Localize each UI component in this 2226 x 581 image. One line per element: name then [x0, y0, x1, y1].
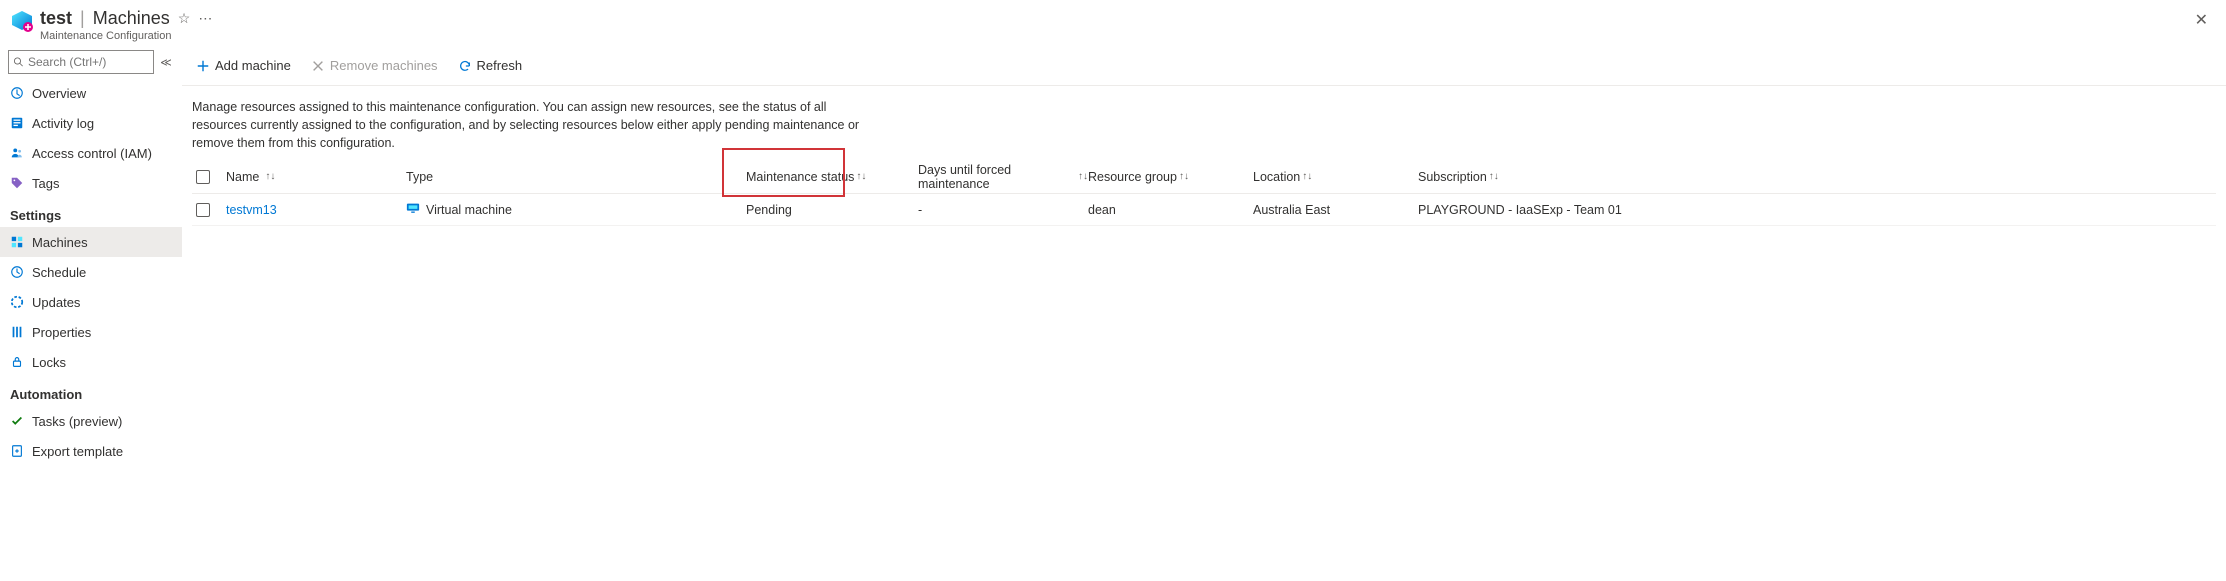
- x-icon: [311, 59, 325, 73]
- nav-group-automation: Automation: [0, 377, 182, 406]
- sidebar-item-activity-log[interactable]: Activity log: [0, 108, 182, 138]
- refresh-button[interactable]: Refresh: [452, 50, 529, 82]
- nav-label: Overview: [32, 86, 86, 101]
- sidebar-search[interactable]: [8, 50, 154, 74]
- properties-icon: [10, 325, 24, 339]
- lock-icon: [10, 355, 24, 369]
- resource-name: test: [40, 8, 72, 29]
- sort-icon: ↑↓: [1078, 171, 1088, 182]
- cell-rg: dean: [1088, 203, 1116, 217]
- column-header-name[interactable]: Name↑↓: [226, 170, 406, 184]
- cell-days: -: [918, 203, 922, 217]
- blade-header: test | Machines ☆ ⋯ Maintenance Configur…: [0, 0, 2226, 46]
- blade-title: Machines: [93, 8, 170, 29]
- machines-table: Name↑↓ Type Maintenance status↑↓ Days un…: [182, 160, 2226, 226]
- main-content: Add machine Remove machines Refresh Mana…: [182, 46, 2226, 581]
- sidebar-item-export-template[interactable]: Export template: [0, 436, 182, 466]
- sidebar: ≪ Overview Activity log Access control (…: [0, 46, 182, 581]
- cell-status: Pending: [746, 203, 792, 217]
- plus-icon: [196, 59, 210, 73]
- column-header-status[interactable]: Maintenance status↑↓: [746, 170, 918, 184]
- sort-icon: ↑↓: [856, 171, 866, 182]
- column-header-subscription[interactable]: Subscription↑↓: [1418, 170, 2216, 184]
- sidebar-item-tags[interactable]: Tags: [0, 168, 182, 198]
- updates-icon: [10, 295, 24, 309]
- nav-label: Tasks (preview): [32, 414, 122, 429]
- resource-link[interactable]: testvm13: [226, 203, 277, 217]
- refresh-icon: [458, 59, 472, 73]
- column-header-location[interactable]: Location↑↓: [1253, 170, 1418, 184]
- nav-label: Updates: [32, 295, 80, 310]
- pin-icon[interactable]: ☆: [178, 10, 191, 27]
- machines-icon: [10, 235, 24, 249]
- title-separator: |: [80, 8, 85, 29]
- iam-icon: [10, 146, 24, 160]
- sidebar-item-schedule[interactable]: Schedule: [0, 257, 182, 287]
- nav-label: Export template: [32, 444, 123, 459]
- tasks-icon: [10, 414, 24, 428]
- resource-icon: [10, 10, 34, 34]
- description-text: Manage resources assigned to this mainte…: [182, 86, 882, 160]
- close-icon[interactable]: ✕: [2195, 10, 2208, 30]
- sort-icon: ↑↓: [265, 171, 275, 182]
- sort-icon: ↑↓: [1302, 171, 1312, 182]
- sidebar-item-tasks[interactable]: Tasks (preview): [0, 406, 182, 436]
- column-header-rg[interactable]: Resource group↑↓: [1088, 170, 1253, 184]
- btn-label: Remove machines: [330, 58, 438, 73]
- sidebar-item-updates[interactable]: Updates: [0, 287, 182, 317]
- btn-label: Refresh: [477, 58, 523, 73]
- sidebar-item-locks[interactable]: Locks: [0, 347, 182, 377]
- table-row[interactable]: testvm13 Virtual machine Pending - dean …: [192, 194, 2216, 226]
- column-header-type[interactable]: Type: [406, 170, 746, 184]
- select-all-checkbox[interactable]: [196, 170, 210, 184]
- remove-machines-button: Remove machines: [305, 50, 444, 82]
- cell-subscription: PLAYGROUND - IaaSExp - Team 01: [1418, 203, 1622, 217]
- column-header-days[interactable]: Days until forced maintenance↑↓: [918, 163, 1088, 191]
- nav-label: Machines: [32, 235, 88, 250]
- nav-label: Tags: [32, 176, 59, 191]
- resource-type-label: Maintenance Configuration: [40, 30, 212, 42]
- sidebar-item-machines[interactable]: Machines: [0, 227, 182, 257]
- cell-type: Virtual machine: [426, 203, 512, 217]
- nav-label: Access control (IAM): [32, 146, 152, 161]
- tags-icon: [10, 176, 24, 190]
- nav-group-settings: Settings: [0, 198, 182, 227]
- sidebar-item-properties[interactable]: Properties: [0, 317, 182, 347]
- add-machine-button[interactable]: Add machine: [190, 50, 297, 82]
- collapse-sidebar-icon[interactable]: ≪: [158, 56, 174, 69]
- overview-icon: [10, 86, 24, 100]
- activity-log-icon: [10, 116, 24, 130]
- cell-location: Australia East: [1253, 203, 1330, 217]
- export-icon: [10, 444, 24, 458]
- nav-label: Locks: [32, 355, 66, 370]
- sort-icon: ↑↓: [1489, 171, 1499, 182]
- table-header: Name↑↓ Type Maintenance status↑↓ Days un…: [192, 160, 2216, 194]
- sidebar-item-overview[interactable]: Overview: [0, 78, 182, 108]
- sidebar-item-iam[interactable]: Access control (IAM): [0, 138, 182, 168]
- nav-label: Properties: [32, 325, 91, 340]
- nav-label: Activity log: [32, 116, 94, 131]
- schedule-icon: [10, 265, 24, 279]
- more-icon[interactable]: ⋯: [198, 10, 212, 27]
- search-input[interactable]: [24, 55, 149, 69]
- row-checkbox[interactable]: [196, 203, 210, 217]
- nav-label: Schedule: [32, 265, 86, 280]
- vm-icon: [406, 201, 420, 218]
- btn-label: Add machine: [215, 58, 291, 73]
- command-bar: Add machine Remove machines Refresh: [182, 46, 2226, 86]
- sort-icon: ↑↓: [1179, 171, 1189, 182]
- search-icon: [13, 56, 24, 68]
